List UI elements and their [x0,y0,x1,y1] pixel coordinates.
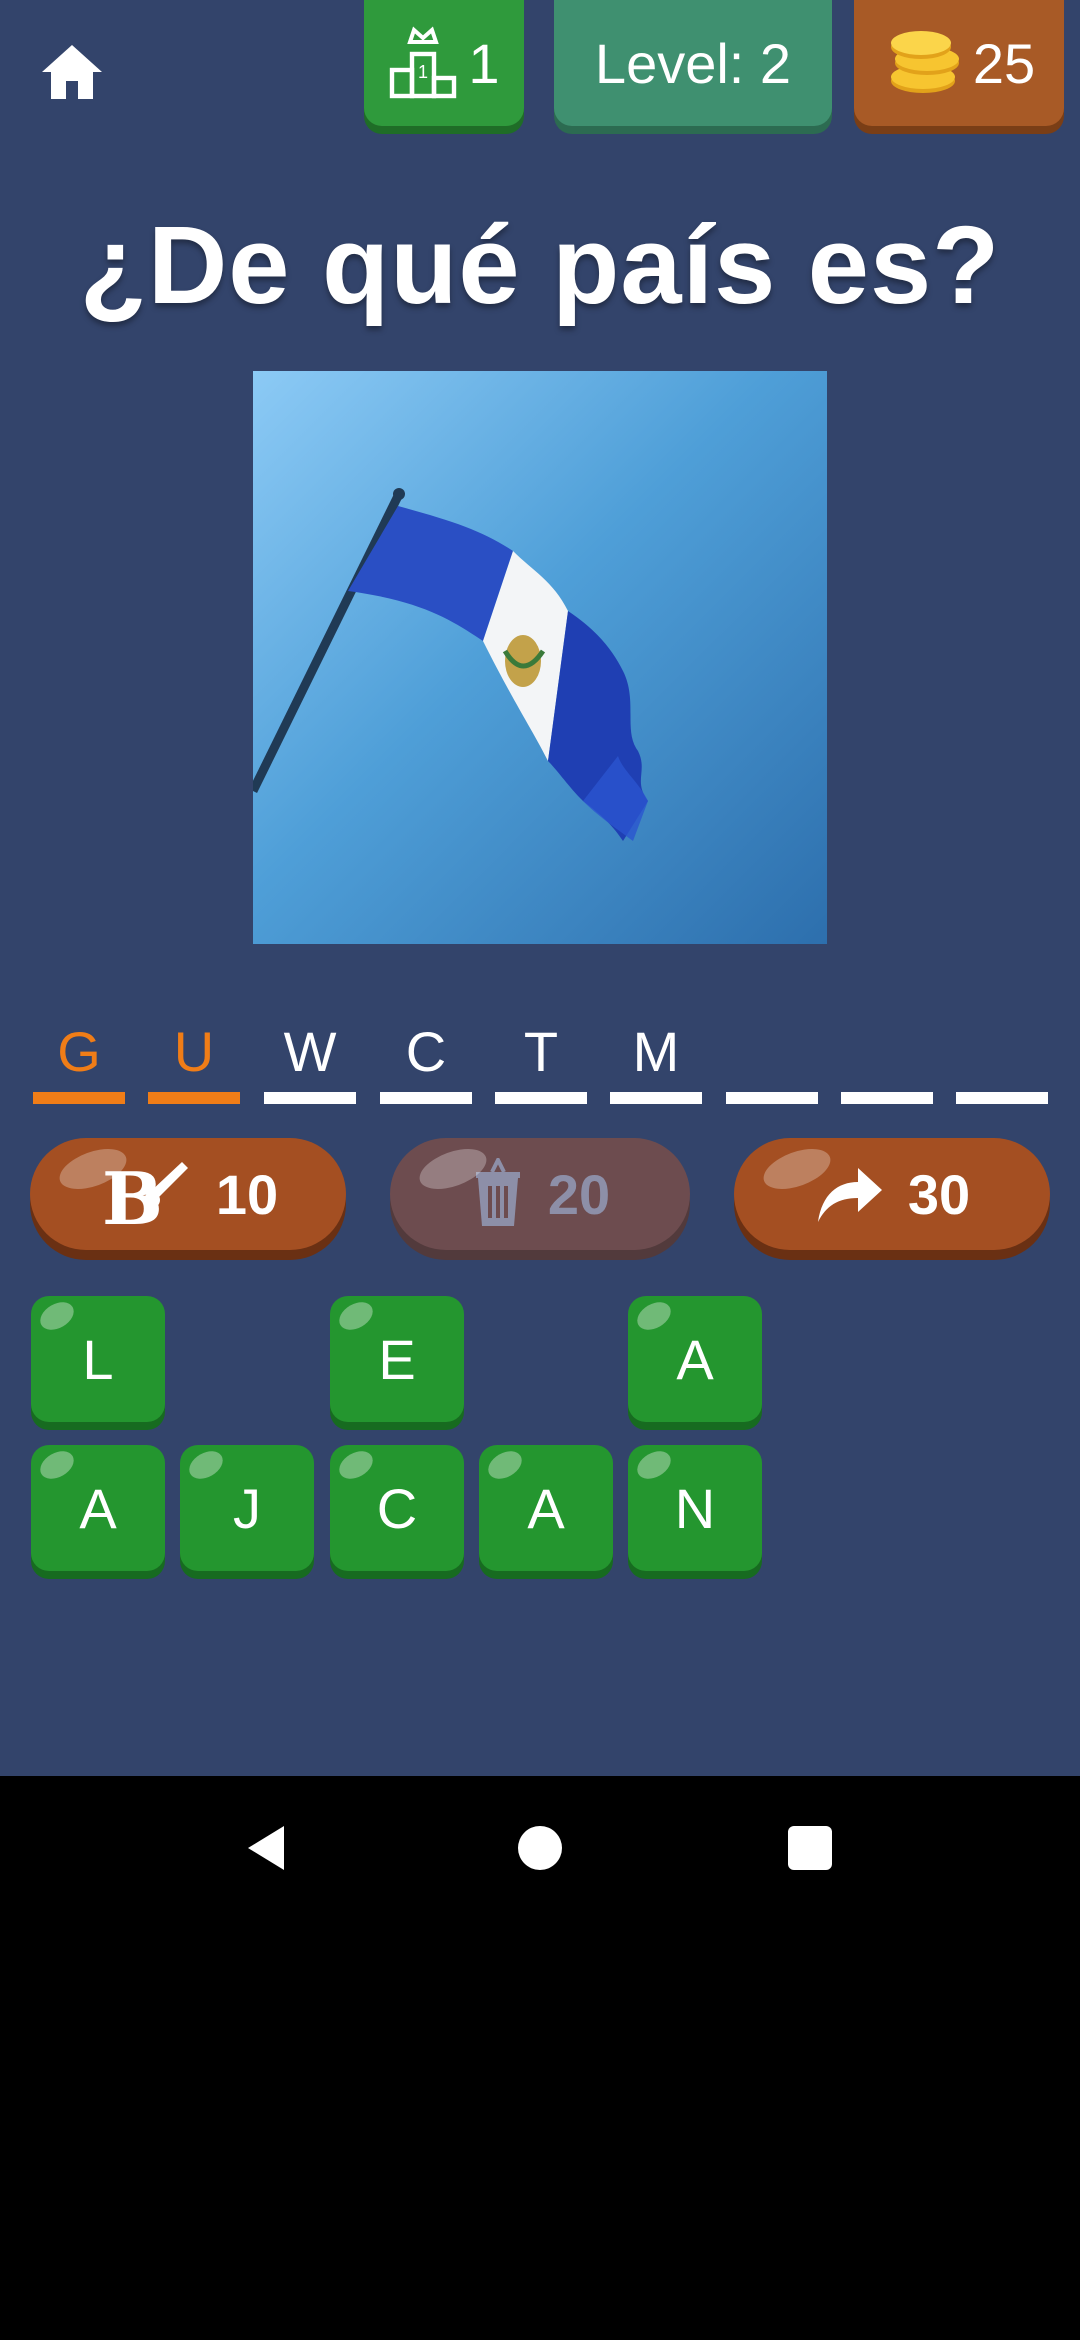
recents-button[interactable] [782,1820,838,1876]
back-button[interactable] [240,1820,296,1876]
question-image [253,371,827,944]
home-button[interactable] [36,36,108,108]
rank-value: 1 [468,31,500,95]
answer-slot-underline [380,1092,472,1104]
letter-tile[interactable]: N [628,1445,762,1571]
skip-level-button[interactable]: 30 [734,1138,1050,1250]
answer-slot-3[interactable]: W [264,1020,356,1104]
answer-slot-letter: T [523,1020,559,1083]
recents-icon [788,1826,832,1870]
share-arrow-icon [817,1168,882,1222]
paintbrush-icon: B [102,1156,188,1232]
trash-icon [475,1158,520,1226]
answer-slot-letter: U [173,1020,215,1083]
reveal-letter-button[interactable]: B 10 [30,1138,346,1250]
answer-slot-1[interactable]: G [33,1020,125,1104]
answer-slot-4[interactable]: C [380,1020,472,1104]
remove-letters-button[interactable]: 20 [390,1138,690,1250]
remove-letters-cost: 20 [547,1162,611,1226]
answer-slot-underline [495,1092,587,1104]
back-icon [248,1826,284,1870]
coins-value: 25 [972,31,1036,95]
answer-slot-letter: C [405,1020,447,1083]
svg-text:1: 1 [418,62,428,82]
letter-tile[interactable]: A [479,1445,613,1571]
question-title: ¿De qué país es? [79,204,1001,327]
game-screen: 1 1 Level: 2 25 ¿De qué país es? G U W C… [0,0,1080,1776]
letter-tile[interactable]: E [330,1296,464,1422]
home-circle-icon [518,1826,562,1870]
coins-icon [890,31,959,93]
answer-slot-7[interactable] [726,1020,818,1104]
answer-slot-underline [956,1092,1048,1104]
letter-tile[interactable]: L [31,1296,165,1422]
level-badge: Level: 2 [554,0,832,126]
answer-slot-2[interactable]: U [148,1020,240,1104]
answer-slot-letter: W [283,1020,337,1083]
answer-slot-5[interactable]: T [495,1020,587,1104]
answer-slot-underline [610,1092,702,1104]
answer-slot-8[interactable] [841,1020,933,1104]
letter-tile[interactable]: A [628,1296,762,1422]
letter-tile[interactable]: C [330,1445,464,1571]
letter-tile[interactable]: J [180,1445,314,1571]
home-nav-button[interactable] [512,1820,568,1876]
answer-slot-underline [33,1092,125,1104]
answer-slot-underline [148,1092,240,1104]
answer-slot-6[interactable]: M [610,1020,702,1104]
podium-crown-icon: 1 [390,26,457,99]
answer-slot-underline [726,1092,818,1104]
coins-badge[interactable]: 25 [854,0,1064,126]
level-text: Level: 2 [594,31,792,95]
answer-slot-9[interactable] [956,1020,1048,1104]
answer-slot-letter: G [57,1020,101,1083]
home-icon [42,45,102,99]
letter-tile[interactable]: A [31,1445,165,1571]
answer-slot-underline [264,1092,356,1104]
answer-slot-letter: M [632,1020,680,1083]
answer-slot-underline [841,1092,933,1104]
rank-badge[interactable]: 1 1 [364,0,524,126]
skip-level-cost: 30 [907,1162,971,1226]
reveal-letter-cost: 10 [215,1162,279,1226]
system-nav-bar [0,1776,1080,1920]
